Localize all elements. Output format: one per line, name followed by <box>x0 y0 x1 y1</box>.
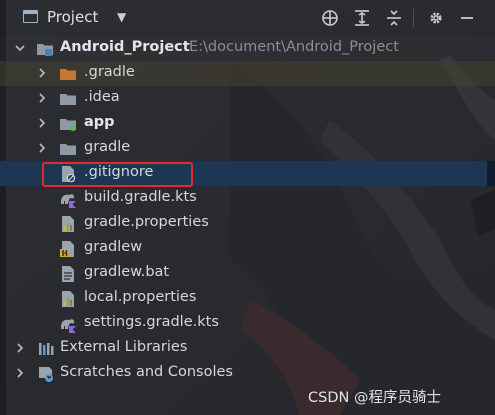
gradle-kts-icon <box>59 315 77 333</box>
folder-orange-icon <box>59 65 77 83</box>
tree-item-label: gradle.properties <box>84 214 209 230</box>
tree-item-label: settings.gradle.kts <box>84 314 219 330</box>
folder-icon <box>59 140 77 158</box>
library-icon <box>37 340 55 358</box>
shell-script-icon: H <box>59 240 77 258</box>
tree-row-gradle[interactable]: gradle <box>0 136 495 161</box>
project-path: E:\document\Android_Project <box>189 39 399 55</box>
collapse-all-icon[interactable] <box>383 7 405 29</box>
chevron-right-icon[interactable] <box>36 66 48 80</box>
folder-icon <box>59 90 77 108</box>
chevron-right-icon[interactable] <box>14 366 26 380</box>
project-tool-window-header: Project ▼ <box>0 0 495 36</box>
tree-row-gradle-dir[interactable]: .gradle <box>0 61 495 86</box>
tree-item-label: gradlew.bat <box>84 264 170 280</box>
tree-item-label: Scratches and Consoles <box>60 364 233 380</box>
tool-window-title[interactable]: Project <box>47 8 98 26</box>
tree-row-scratches[interactable]: Scratches and Consoles <box>0 361 495 386</box>
minimize-icon[interactable] <box>456 7 478 29</box>
tree-row-app[interactable]: app <box>0 111 495 136</box>
gradle-kts-icon <box>59 190 77 208</box>
tree-item-label: .gradle <box>84 64 135 80</box>
project-name: Android_Project <box>60 39 190 55</box>
gear-icon[interactable] <box>425 7 447 29</box>
tree-item-label: app <box>84 114 115 130</box>
highlight-box <box>42 162 193 187</box>
chevron-right-icon[interactable] <box>36 91 48 105</box>
header-separator <box>413 9 414 27</box>
tree-item-label: build.gradle.kts <box>84 189 197 205</box>
watermark-text: CSDN @程序员骑士 <box>308 390 441 406</box>
tree-row-settings-gradle-kts[interactable]: settings.gradle.kts <box>0 311 495 336</box>
project-view-icon <box>23 10 38 23</box>
tree-row-external-libraries[interactable]: External Libraries <box>0 336 495 361</box>
expand-all-icon[interactable] <box>351 7 373 29</box>
chevron-right-icon[interactable] <box>36 116 48 130</box>
chevron-right-icon[interactable] <box>36 141 48 155</box>
tree-item-label: gradle <box>84 139 131 155</box>
tree-row-idea[interactable]: .idea <box>0 86 495 111</box>
tree-item-label: gradlew <box>84 239 143 255</box>
crosshair-icon[interactable] <box>319 7 341 29</box>
module-folder-icon <box>59 115 77 133</box>
svg-text:H: H <box>62 249 68 258</box>
tree-item-label: External Libraries <box>60 339 188 355</box>
tree-row-build-gradle-kts[interactable]: build.gradle.kts <box>0 186 495 211</box>
tree-row-gradlew-bat[interactable]: gradlew.bat <box>0 261 495 286</box>
project-folder-icon <box>36 40 54 58</box>
tree-row-local-properties[interactable]: local.properties <box>0 286 495 311</box>
chevron-down-icon[interactable]: ▼ <box>117 10 126 24</box>
properties-file-icon <box>59 215 77 233</box>
chevron-right-icon[interactable] <box>14 341 26 355</box>
properties-file-icon <box>59 290 77 308</box>
tree-row-root[interactable]: Android_Project E:\document\Android_Proj… <box>0 36 495 61</box>
chevron-down-icon[interactable] <box>14 41 26 55</box>
batch-file-icon <box>59 265 77 283</box>
tree-item-label: local.properties <box>84 289 197 305</box>
tree-row-gradlew[interactable]: H gradlew <box>0 236 495 261</box>
scratches-icon <box>37 365 55 383</box>
tree-item-label: .idea <box>84 89 120 105</box>
tree-row-gradle-properties[interactable]: gradle.properties <box>0 211 495 236</box>
